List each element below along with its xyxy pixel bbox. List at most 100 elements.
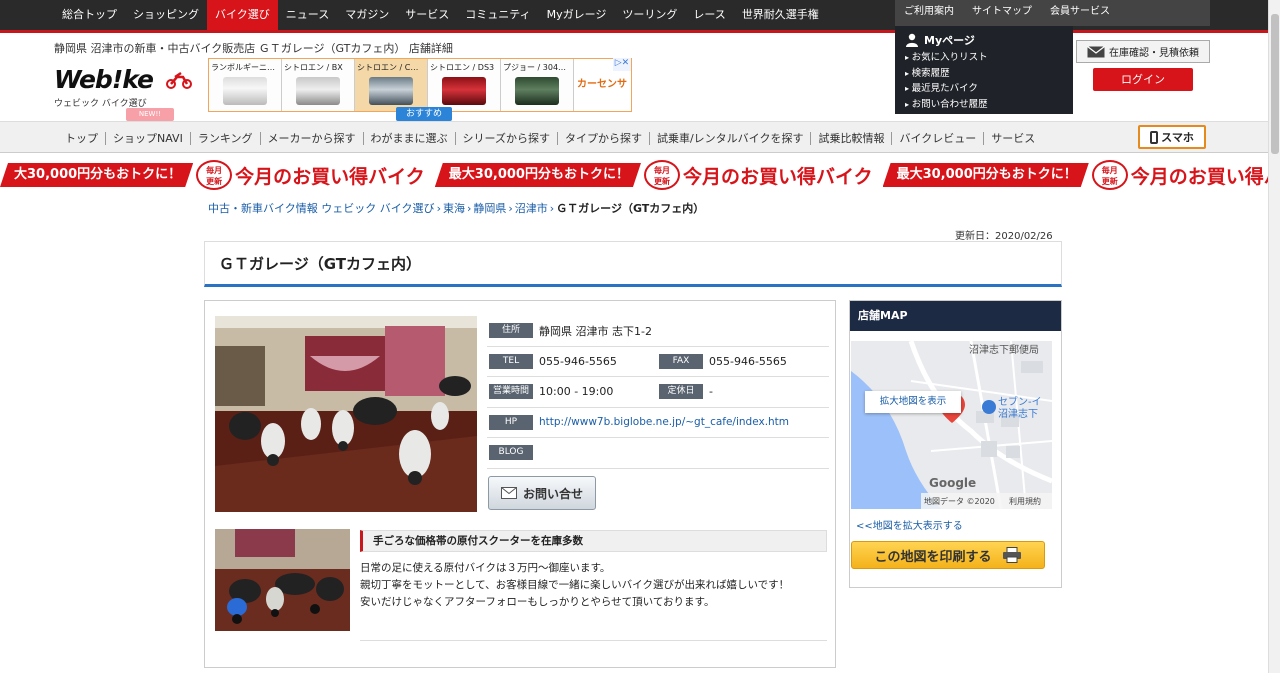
monthly-update-badge: 毎月 更新 [196,160,233,190]
feature-heading: 手ごろな価格帯の原付スクーターを在庫多数 [360,530,827,552]
shop-title-box: ＧＴガレージ（GTカフェ内） [204,241,1062,287]
blog-row: BLOG [487,438,829,469]
global-nav-item[interactable]: サービス [397,0,457,30]
ad-item[interactable]: シトロエン / C… [355,59,428,111]
mypage-link[interactable]: 最近見たバイク [905,81,1063,97]
global-nav-item[interactable]: レース [685,0,733,30]
bike-nav-item[interactable]: ランキング [191,131,261,145]
global-nav-item[interactable]: 総合トップ [54,0,125,30]
car-thumbnail [515,77,559,105]
hp-row: HP http://www7b.biglobe.ne.jp/~gt_cafe/i… [487,408,829,438]
smartphone-icon [1150,130,1159,144]
ad-item[interactable]: シトロエン / DS3 [428,59,501,111]
hours-cell: 営業時間 10:00 - 19:00 [487,384,657,400]
contact-button[interactable]: お問い合せ [488,476,596,510]
breadcrumb-link[interactable]: 沼津市 [515,202,548,215]
breadcrumb-link[interactable]: 東海 [443,202,465,215]
ad-item[interactable]: プジョー / 304… [501,59,574,111]
car-thumbnail [369,77,413,105]
mypage-menu: Myページ お気に入りリスト検索履歴最近見たバイクお問い合わせ履歴 [895,26,1073,114]
global-nav-item[interactable]: Myガレージ [539,0,615,30]
promo-banner-strip: 大30,000円分もおトクに！ 毎月 更新 今月のお買い得バイク 最大30,000円分も… [0,158,1268,192]
hours-value: 10:00 - 19:00 [539,385,614,399]
recommend-label: おすすめ [396,107,452,121]
utility-nav-item[interactable]: サイトマップ [963,0,1041,26]
ad-item[interactable]: ランボルギーニ… [209,59,282,111]
mypage-link[interactable]: お気に入りリスト [905,50,1063,66]
new-badge: NEW!! [126,108,174,121]
shop-scooter-photo [215,529,350,631]
banner-headline: 今月のお買い得バイク [235,165,425,188]
bike-nav-item[interactable]: 試乗比較情報 [811,131,893,145]
map-attribution: 地図データ ©2020 [924,496,995,506]
mypage-title[interactable]: Myページ [905,32,1063,48]
hours-label: 営業時間 [489,384,533,400]
scrollbar-thumb[interactable] [1271,14,1279,154]
breadcrumb: 中古・新車バイク情報 ウェビック バイク選び › 東海 › 静岡県 › 沼津市 › ＧＴガレージ… [208,200,704,216]
tel-label: TEL [489,353,533,369]
badge-line: 毎月 [1101,166,1118,175]
bike-nav-item[interactable]: 試乗車/レンタルバイクを探す [650,131,812,145]
bike-nav-items: トップ ショップNAVI ランキング メーカーから探す わがままに選ぶ シリーズから探すタ… [58,122,1042,154]
scooter-photo-image [215,529,350,631]
global-nav-item[interactable]: コミュニティ [457,0,538,30]
ad-item[interactable]: シトロエン / BX [282,59,355,111]
utility-nav-item[interactable]: 会員サービス [1041,0,1119,26]
smartphone-button[interactable]: スマホ [1138,125,1206,149]
global-nav-item[interactable]: マガジン [337,0,397,30]
bike-nav-item[interactable]: バイクレビュー [892,131,985,145]
global-nav-item[interactable]: ツーリング [614,0,685,30]
map-label-store2: 沼津志下 [998,407,1038,420]
monthly-update-badge: 毎月 更新 [1091,160,1128,190]
bike-nav-item[interactable]: シリーズから探す [456,131,558,145]
page-scrollbar[interactable] [1268,0,1280,673]
ad-choices-icon[interactable]: ▷✕ [613,58,631,71]
global-nav-item[interactable]: バイク選び [207,0,278,30]
fax-label: FAX [659,353,703,369]
banner-discount: 最大30,000円分もおトクに！ [883,163,1089,187]
address-row: 住所 静岡県 沼津市 志下1-2 [487,316,829,347]
enlarge-map-button[interactable]: 拡大地図を表示 [865,391,961,413]
hp-link[interactable]: http://www7b.biglobe.ne.jp/~gt_cafe/inde… [539,416,789,428]
mail-icon [1087,45,1105,57]
webike-logo[interactable]: Web!ke ウェビック バイク選び [54,65,194,111]
bike-nav-item[interactable]: タイプから探す [558,131,650,145]
banner-headline: 今月のお買い得バイク [682,165,873,188]
expand-map-link[interactable]: <<地図を拡大表示する [856,517,963,532]
map-terms: 利用規約 [1009,496,1041,506]
mypage-link[interactable]: お問い合わせ履歴 [905,97,1063,113]
logo-wordmark: Web!ke [54,65,154,94]
login-button[interactable]: ログイン [1093,68,1193,91]
breadcrumb-separator-icon: › [436,202,441,215]
shop-info-box: 住所 静岡県 沼津市 志下1-2 TEL 055-946-5565 FAX 05… [204,300,836,668]
promo-banner[interactable]: 大30,000円分もおトクに！ 毎月 更新 今月のお買い得バイク 最大30,000円分も… [0,158,1268,192]
print-map-button[interactable]: この地図を印刷する [851,541,1045,569]
feature-description: 日常の足に使える原付バイクは３万円～御座います。 親切丁寧をモットーとして、お客… [360,560,827,611]
nav-accent-line [0,30,1268,33]
badge-line: 更新 [653,177,670,186]
bike-nav-item[interactable]: メーカーから探す [261,131,364,145]
car-ad-carousel[interactable]: ランボルギーニ… シトロエン / BX シトロエン / C… シトロエン / D… [208,58,632,142]
global-nav-item[interactable]: ショッピング [125,0,207,30]
shop-details: 住所 静岡県 沼津市 志下1-2 TEL 055-946-5565 FAX 05… [487,316,829,469]
breadcrumb-link[interactable]: 静岡県 [473,202,506,215]
mypage-link[interactable]: 検索履歴 [905,66,1063,82]
car-thumbnail [442,77,486,105]
bike-nav-item[interactable]: わがままに選ぶ [364,131,456,145]
global-nav-item[interactable]: ニュース [278,0,337,30]
shop-name: ＧＴガレージ（GTカフェ内） [219,255,421,273]
stock-estimate-button[interactable]: 在庫確認・見積依頼 [1076,40,1210,63]
hours-row: 営業時間 10:00 - 19:00 定休日 - [487,377,829,408]
banner-discount: 大30,000円分もおトクに！ [0,163,193,187]
banner-discount: 最大30,000円分もおトクに！ [435,163,641,187]
map-label-store1: セブン-イ [998,395,1042,408]
bike-nav-item[interactable]: ショップNAVI [106,131,191,145]
bike-nav-item[interactable]: サービス [984,132,1042,145]
breadcrumb-link[interactable]: 中古・新車バイク情報 ウェビック バイク選び [208,202,435,215]
google-map[interactable]: 沼津志下郵便局 セブン-イ 沼津志下 Google 地図データ ©2020 利用… [851,341,1052,509]
global-nav-item[interactable]: 世界耐久選手権 [734,0,827,30]
shop-interior-photo [215,316,477,512]
badge-line: 更新 [206,177,223,186]
bike-nav-item[interactable]: トップ [58,131,106,145]
utility-nav-item[interactable]: ご利用案内 [895,0,963,26]
